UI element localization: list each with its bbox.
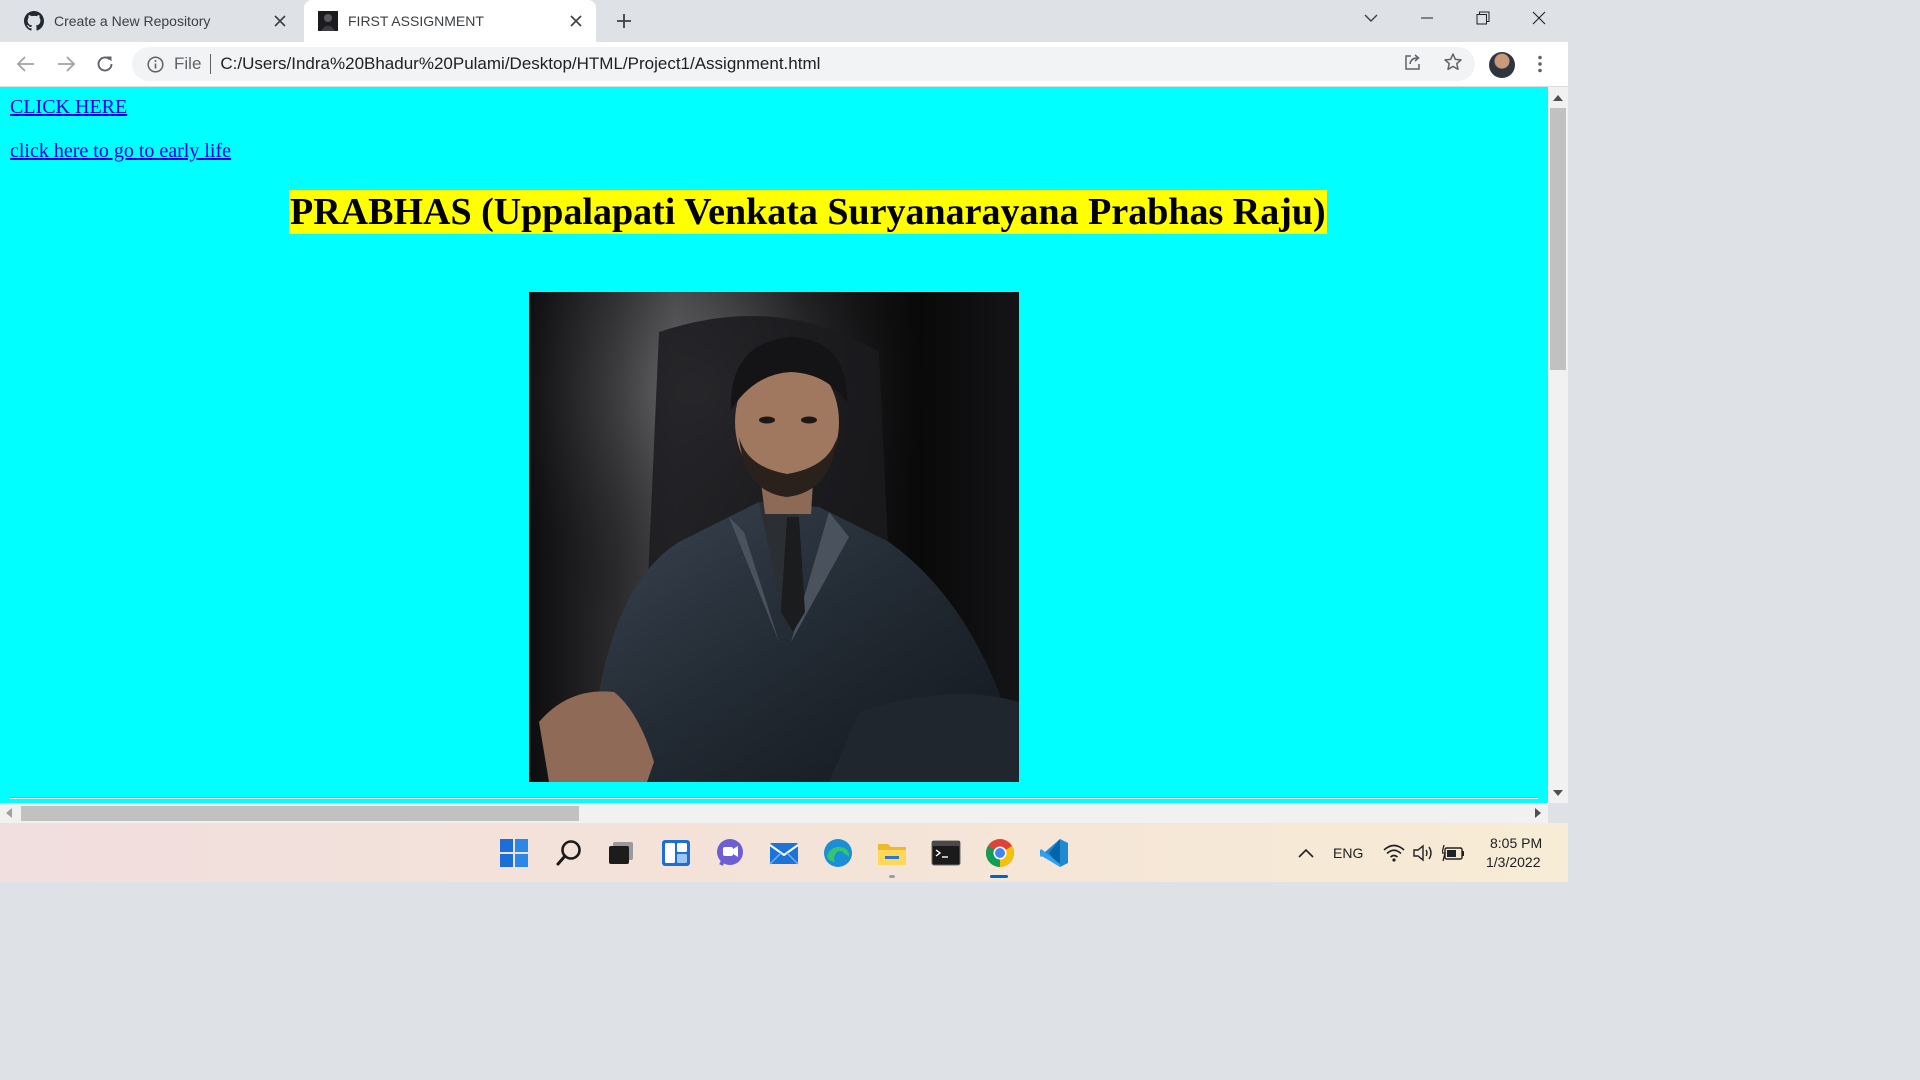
scroll-right-icon[interactable] xyxy=(1535,808,1541,818)
address-separator xyxy=(210,54,212,74)
teams-chat-icon[interactable] xyxy=(714,837,746,869)
scroll-up-icon[interactable] xyxy=(1553,95,1563,101)
share-icon xyxy=(1405,54,1420,70)
bookmark-button[interactable] xyxy=(1441,50,1465,74)
clock-time[interactable]: 8:05 PM xyxy=(1490,835,1542,851)
browser-menu-button[interactable] xyxy=(1530,52,1550,76)
search-icon[interactable] xyxy=(553,837,585,869)
tab-create-repository[interactable]: Create a New Repository xyxy=(0,0,300,42)
share-button[interactable] xyxy=(1401,50,1425,74)
chrome-icon[interactable] xyxy=(984,837,1016,869)
close-icon xyxy=(1532,11,1546,25)
battery-charging-icon[interactable] xyxy=(1440,837,1468,869)
active-app-indicator xyxy=(990,875,1008,878)
restore-icon xyxy=(1476,11,1490,25)
page-thumbnail-icon xyxy=(318,11,338,31)
horizontal-rule xyxy=(10,797,1538,799)
volume-icon[interactable] xyxy=(1409,837,1437,869)
portrait-photo xyxy=(529,292,1019,782)
scheme-label: File xyxy=(174,54,202,73)
windows-taskbar: ENG 8:05 PM 1/3/2022 xyxy=(0,823,1568,882)
plus-icon xyxy=(617,14,631,28)
tab-first-assignment[interactable]: FIRST ASSIGNMENT xyxy=(304,0,596,42)
forward-button[interactable] xyxy=(52,50,80,78)
kebab-menu-icon xyxy=(1538,55,1542,73)
minimize-icon xyxy=(1421,17,1433,19)
tab-search-button[interactable] xyxy=(1348,0,1394,36)
page-heading: PRABHAS (Uppalapati Venkata Suryanarayan… xyxy=(289,190,1327,234)
star-icon xyxy=(1444,53,1462,71)
file-explorer-icon[interactable] xyxy=(876,837,908,869)
minimize-button[interactable] xyxy=(1404,0,1450,36)
language-indicator[interactable]: ENG xyxy=(1333,845,1363,861)
tab-strip: Create a New Repository FIRST ASSIGNMENT xyxy=(0,0,1568,42)
wifi-icon[interactable] xyxy=(1380,837,1408,869)
scroll-down-icon[interactable] xyxy=(1553,790,1563,796)
click-here-link[interactable]: CLICK HERE xyxy=(10,96,127,119)
widgets-icon[interactable] xyxy=(660,837,692,869)
horizontal-scroll-thumb[interactable] xyxy=(21,806,579,821)
address-bar[interactable]: File C:/Users/Indra%20Bhadur%20Pulami/De… xyxy=(132,47,1475,81)
clock-date[interactable]: 1/3/2022 xyxy=(1486,854,1541,870)
chevron-down-icon xyxy=(1364,14,1378,22)
terminal-icon[interactable] xyxy=(930,837,962,869)
github-icon xyxy=(24,11,44,31)
browser-toolbar: File C:/Users/Indra%20Bhadur%20Pulami/De… xyxy=(0,42,1568,87)
mail-icon[interactable] xyxy=(768,837,800,869)
early-life-link[interactable]: click here to go to early life xyxy=(10,140,231,163)
close-tab-icon[interactable] xyxy=(268,9,292,33)
back-button[interactable] xyxy=(12,50,40,78)
tab-title: Create a New Repository xyxy=(54,13,211,29)
chevron-up-icon[interactable] xyxy=(1292,837,1320,869)
profile-avatar[interactable] xyxy=(1489,52,1515,78)
restore-button[interactable] xyxy=(1460,0,1506,36)
url-text[interactable]: C:/Users/Indra%20Bhadur%20Pulami/Desktop… xyxy=(220,54,820,74)
windows-start-icon[interactable] xyxy=(498,837,530,869)
edge-icon[interactable] xyxy=(822,837,854,869)
page-viewport: CLICK HERE click here to go to early lif… xyxy=(0,87,1548,803)
reload-icon xyxy=(97,56,113,72)
new-tab-button[interactable] xyxy=(610,8,638,34)
close-window-button[interactable] xyxy=(1516,0,1562,36)
back-arrow-icon xyxy=(17,56,34,72)
task-view-icon[interactable] xyxy=(605,837,637,869)
forward-arrow-icon xyxy=(58,56,75,72)
scroll-left-icon[interactable] xyxy=(6,808,12,818)
info-icon[interactable] xyxy=(146,55,164,73)
tab-title: FIRST ASSIGNMENT xyxy=(348,13,484,29)
reload-button[interactable] xyxy=(91,50,119,78)
vscode-icon[interactable] xyxy=(1038,837,1070,869)
vertical-scroll-thumb[interactable] xyxy=(1550,108,1566,370)
close-tab-icon[interactable] xyxy=(564,9,588,33)
running-indicator xyxy=(889,875,895,878)
